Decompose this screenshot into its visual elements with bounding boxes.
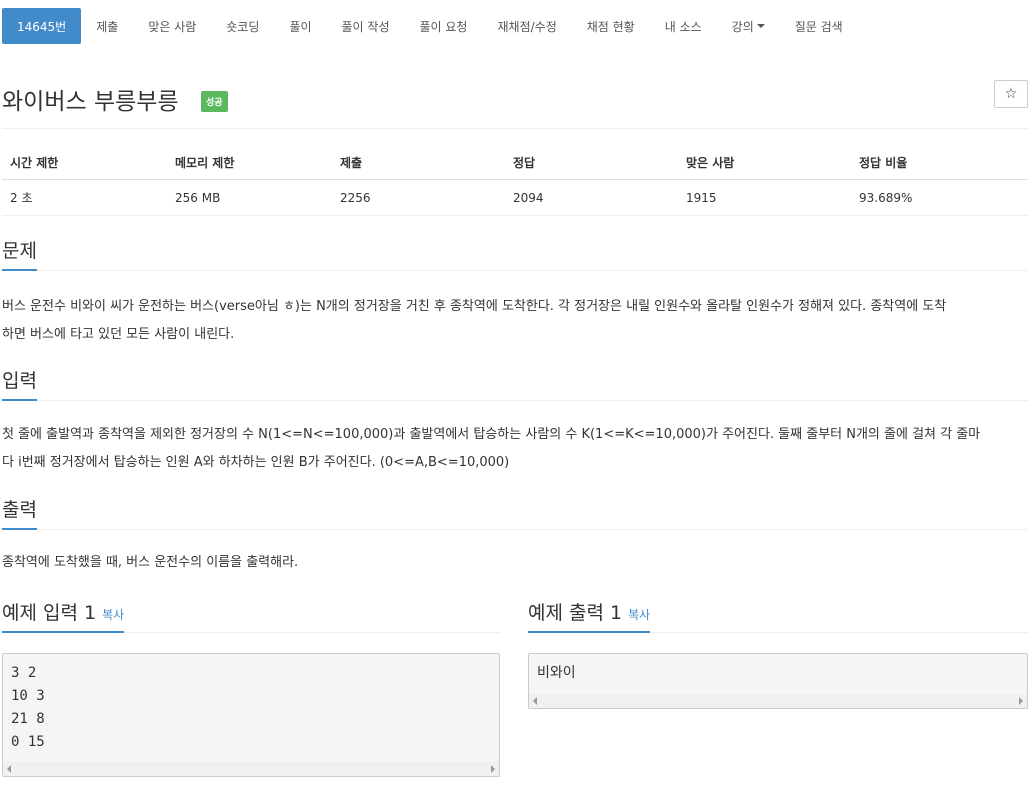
section-title-sample-output: 예제 출력 1 복사 xyxy=(528,598,651,633)
tab-rejudge[interactable]: 재채점/수정 xyxy=(482,8,571,44)
value-memory-limit: 256 MB xyxy=(167,179,332,216)
sample-input-heading: 예제 입력 1 복사 xyxy=(2,598,500,633)
output-section-heading: 출력 xyxy=(2,495,1028,530)
header-accept-ratio: 정답 비율 xyxy=(851,146,1028,180)
horizontal-scrollbar[interactable] xyxy=(529,694,1027,708)
tab-accepted-users[interactable]: 맞은 사람 xyxy=(133,8,211,44)
star-button[interactable]: ☆ xyxy=(994,80,1028,108)
sample-input-line: 10 3 xyxy=(11,688,45,704)
problem-text-line: 하면 버스에 타고 있던 모든 사람이 내린다. xyxy=(2,327,235,342)
tab-short-coding[interactable]: 숏코딩 xyxy=(211,8,274,44)
tab-status[interactable]: 채점 현황 xyxy=(572,8,650,44)
page-title: 와이버스 부릉부릉 xyxy=(2,89,179,115)
value-submissions: 2256 xyxy=(332,179,505,216)
header-submissions: 제출 xyxy=(332,146,505,180)
problem-description: 버스 운전수 비와이 씨가 운전하는 버스(verse아님 ㅎ)는 N개의 정거… xyxy=(2,293,1028,349)
header-accepted-users: 맞은 사람 xyxy=(678,146,851,180)
caret-down-icon xyxy=(756,24,765,28)
sample-input-line: 21 8 xyxy=(11,711,45,727)
output-description: 종착역에 도착했을 때, 버스 운전수의 이름을 출력해라. xyxy=(2,549,1028,577)
star-icon: ☆ xyxy=(1004,86,1018,102)
tab-request-solution[interactable]: 풀이 요청 xyxy=(405,8,483,44)
scroll-right-icon[interactable] xyxy=(1019,697,1023,705)
copy-sample-output-button[interactable]: 복사 xyxy=(628,608,650,622)
sample-input-box[interactable]: 3 2 10 3 21 8 0 15 xyxy=(2,653,500,777)
scroll-left-icon[interactable] xyxy=(7,765,11,773)
section-title-output: 출력 xyxy=(2,495,37,530)
scroll-left-icon[interactable] xyxy=(533,697,537,705)
input-description: 첫 줄에 출발역과 종착역을 제외한 정거장의 수 N(1<=N<=100,00… xyxy=(2,421,1028,477)
input-text-line: 다 i번째 정거장에서 탑승하는 인원 A와 하차하는 인원 B가 주어진다. … xyxy=(2,455,510,470)
sample-output-line: 비와이 xyxy=(537,665,576,681)
copy-sample-input-button[interactable]: 복사 xyxy=(102,608,124,622)
table-header-row: 시간 제한 메모리 제한 제출 정답 맞은 사람 정답 비율 xyxy=(2,146,1028,180)
input-text-line: 첫 줄에 출발역과 종착역을 제외한 정거장의 수 N(1<=N<=100,00… xyxy=(2,427,981,442)
table-row: 2 초 256 MB 2256 2094 1915 93.689% xyxy=(2,179,1028,216)
input-section-heading: 입력 xyxy=(2,366,1028,401)
scroll-right-icon[interactable] xyxy=(491,765,495,773)
sample-input-line: 0 15 xyxy=(11,734,45,750)
sample-output-title: 예제 출력 1 xyxy=(528,602,623,624)
value-accept-ratio: 93.689% xyxy=(851,179,1028,216)
header-time-limit: 시간 제한 xyxy=(2,146,167,180)
problem-text-line: 버스 운전수 비와이 씨가 운전하는 버스(verse아님 ㅎ)는 N개의 정거… xyxy=(2,299,947,314)
sample-input-title: 예제 입력 1 xyxy=(2,602,97,624)
tab-submit[interactable]: 제출 xyxy=(81,8,133,44)
problem-info-table: 시간 제한 메모리 제한 제출 정답 맞은 사람 정답 비율 2 초 256 M… xyxy=(2,146,1028,216)
section-title-problem: 문제 xyxy=(2,236,37,271)
problem-header: 와이버스 부릉부릉 성공 ☆ xyxy=(2,78,1028,129)
header-memory-limit: 메모리 제한 xyxy=(167,146,332,180)
tab-problem[interactable]: 14645번 xyxy=(2,8,82,44)
sample-output-box[interactable]: 비와이 xyxy=(528,653,1028,709)
status-badge: 성공 xyxy=(201,91,228,112)
sample-output-heading: 예제 출력 1 복사 xyxy=(528,598,1028,633)
header-accepted: 정답 xyxy=(505,146,678,180)
tab-lecture-label: 강의 xyxy=(731,19,754,34)
problem-section-heading: 문제 xyxy=(2,236,1028,271)
tab-my-source[interactable]: 내 소스 xyxy=(650,8,717,44)
value-accepted-users: 1915 xyxy=(678,179,851,216)
tab-question-search[interactable]: 질문 검색 xyxy=(780,8,858,44)
tab-lecture[interactable]: 강의 xyxy=(717,8,780,44)
tab-write-solution[interactable]: 풀이 작성 xyxy=(327,8,405,44)
tab-solutions[interactable]: 풀이 xyxy=(274,8,326,44)
value-time-limit: 2 초 xyxy=(2,179,167,216)
problem-nav: 14645번 제출 맞은 사람 숏코딩 풀이 풀이 작성 풀이 요청 재채점/수… xyxy=(2,8,858,44)
output-text-line: 종착역에 도착했을 때, 버스 운전수의 이름을 출력해라. xyxy=(2,555,299,570)
value-accepted: 2094 xyxy=(505,179,678,216)
horizontal-scrollbar[interactable] xyxy=(3,762,499,776)
section-title-input: 입력 xyxy=(2,366,37,401)
section-title-sample-input: 예제 입력 1 복사 xyxy=(2,598,125,633)
sample-input-line: 3 2 xyxy=(11,665,37,681)
